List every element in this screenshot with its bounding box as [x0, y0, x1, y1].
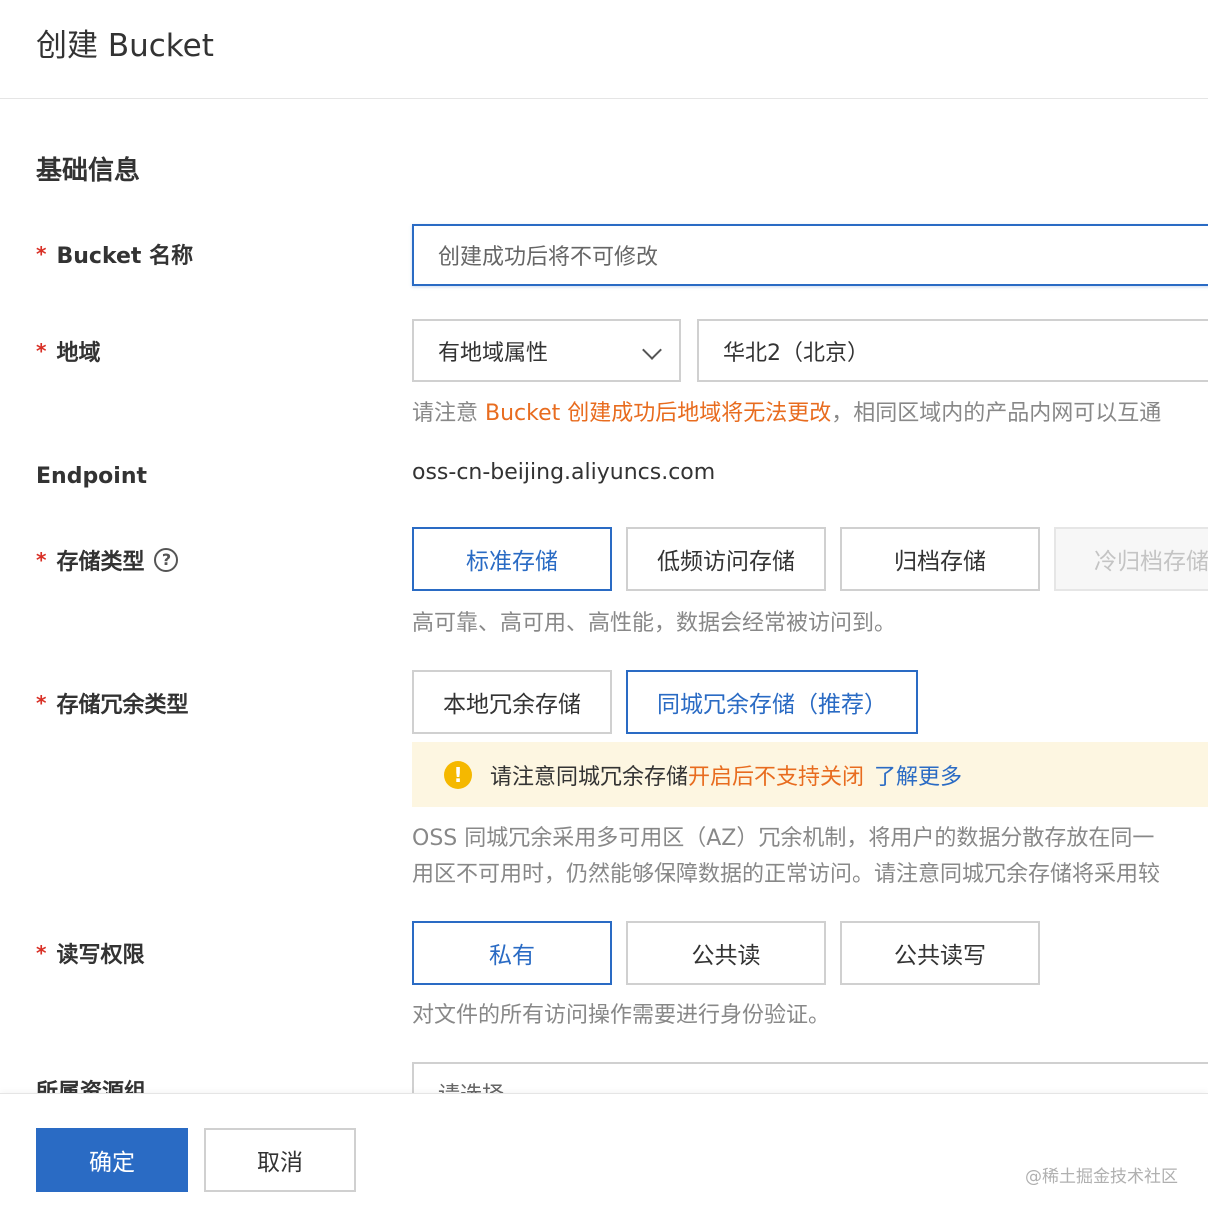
region-type-select[interactable]: 有地域属性	[412, 319, 681, 382]
acl-hint: 对文件的所有访问操作需要进行身份验证。	[412, 1003, 831, 1028]
storage-class-cold-archive: 冷归档存储	[1054, 527, 1208, 591]
confirm-button[interactable]: 确定	[36, 1128, 188, 1192]
region-hint-prefix: 请注意	[412, 401, 485, 426]
region-hint-warning: Bucket 创建成功后地域将无法更改	[485, 401, 832, 426]
resource-group-label-text: 所属资源组	[36, 1080, 147, 1094]
resource-group-placeholder: 请选择	[438, 1077, 504, 1094]
region-hint-suffix: ，相同区域内的产品内网可以互通	[831, 401, 1162, 426]
bucket-name-label: * Bucket 名称	[36, 238, 193, 270]
storage-class-archive[interactable]: 归档存储	[840, 527, 1040, 591]
endpoint-label: Endpoint	[36, 464, 147, 489]
acl-label-text: 读写权限	[56, 943, 145, 968]
cancel-button[interactable]: 取消	[204, 1128, 356, 1192]
redundancy-lrs[interactable]: 本地冗余存储	[412, 670, 612, 734]
redundancy-desc-line1: OSS 同城冗余采用多可用区（AZ）冗余机制，将用户的数据分散存放在同一	[412, 826, 1155, 851]
resource-group-label: 所属资源组	[36, 1074, 146, 1094]
region-type-value: 有地域属性	[438, 340, 549, 366]
help-icon[interactable]: ?	[154, 548, 179, 572]
dialog-header: 创建 Bucket	[0, 0, 1208, 99]
redundancy-label: * 存储冗余类型	[36, 687, 188, 719]
storage-class-label-text: 存储类型	[56, 550, 145, 575]
bucket-name-input[interactable]: 创建成功后将不可修改	[412, 224, 1208, 286]
required-mark: *	[36, 548, 47, 572]
acl-public-read-write[interactable]: 公共读写	[840, 921, 1040, 985]
bucket-name-label-text: Bucket 名称	[56, 244, 194, 269]
endpoint-label-text: Endpoint	[36, 464, 148, 489]
storage-class-ia[interactable]: 低频访问存储	[626, 527, 826, 591]
resource-group-row: 所属资源组 请选择	[0, 1060, 1208, 1094]
storage-class-label: * 存储类型 ?	[36, 544, 179, 576]
chevron-down-icon	[642, 340, 662, 360]
region-value: 华北2（北京）	[723, 340, 869, 366]
region-select[interactable]: 华北2（北京）	[697, 319, 1208, 382]
learn-more-link[interactable]: 了解更多	[874, 759, 962, 791]
acl-private[interactable]: 私有	[412, 921, 612, 985]
required-mark: *	[36, 339, 47, 363]
required-mark: *	[36, 242, 47, 266]
resource-group-select[interactable]: 请选择	[412, 1062, 1208, 1094]
storage-class-standard[interactable]: 标准存储	[412, 527, 612, 591]
notice-text: 请注意同城冗余存储	[490, 764, 689, 790]
watermark: @稀土掘金技术社区	[1025, 1167, 1178, 1187]
warning-icon: !	[444, 760, 472, 789]
required-mark: *	[36, 691, 47, 715]
region-label-text: 地域	[56, 341, 101, 366]
redundancy-label-text: 存储冗余类型	[56, 693, 189, 718]
endpoint-value: oss-cn-beijing.aliyuncs.com	[412, 460, 716, 485]
acl-label: * 读写权限	[36, 937, 144, 969]
notice-warning: 开启后不支持关闭	[688, 764, 865, 790]
dialog-footer: 确定 取消 @稀土掘金技术社区	[0, 1093, 1208, 1214]
required-mark: *	[36, 941, 47, 965]
section-title: 基础信息	[36, 156, 141, 186]
redundancy-desc-line2: 用区不可用时，仍然能够保障数据的正常访问。请注意同城冗余存储将采用较	[412, 862, 1161, 887]
storage-class-hint: 高可靠、高可用、高性能，数据会经常被访问到。	[412, 611, 897, 636]
region-hint: 请注意 Bucket 创建成功后地域将无法更改，相同区域内的产品内网可以互通	[412, 395, 1161, 427]
region-label: * 地域	[36, 335, 100, 367]
redundancy-notice: ! 请注意同城冗余存储 开启后不支持关闭 了解更多	[412, 742, 1208, 807]
bucket-name-placeholder: 创建成功后将不可修改	[438, 245, 659, 270]
page-title: 创建 Bucket	[36, 28, 214, 64]
acl-public-read[interactable]: 公共读	[626, 921, 826, 985]
redundancy-zrs[interactable]: 同城冗余存储（推荐）	[626, 670, 918, 734]
